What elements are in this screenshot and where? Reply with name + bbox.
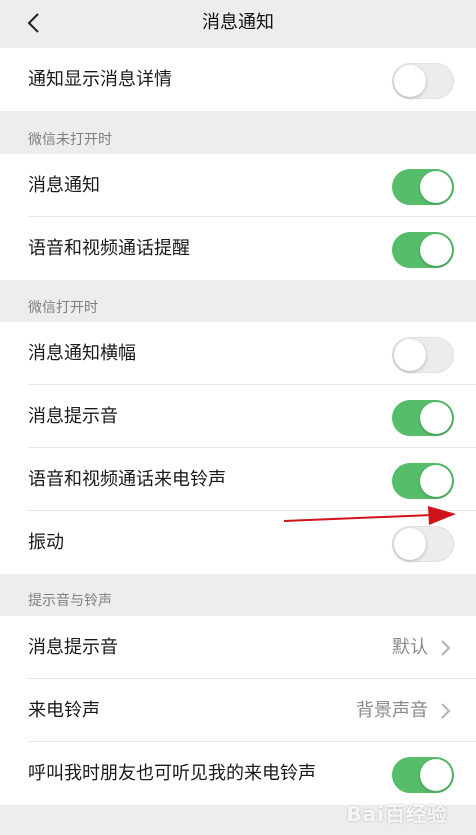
row-label: 呼叫我时朋友也可听见我的来电铃声 <box>28 763 316 784</box>
notification-banner-toggle[interactable] <box>392 337 454 373</box>
toggle-knob <box>420 234 452 266</box>
show-detail-toggle[interactable] <box>392 63 454 99</box>
row-ringtone[interactable]: 来电铃声 背景声音 <box>0 679 476 742</box>
closed-group: 消息通知 语音和视频通话提醒 <box>0 154 476 280</box>
section-header-sound: 提示音与铃声 <box>28 593 112 609</box>
row-vibration[interactable]: 振动 <box>0 511 476 574</box>
message-tone-value: 默认 <box>392 637 428 658</box>
toggle-knob <box>394 65 426 97</box>
row-label: 来电铃声 <box>28 700 100 721</box>
chevron-right-icon <box>441 640 451 656</box>
vibration-toggle[interactable] <box>392 526 454 562</box>
toggle-knob <box>394 528 426 560</box>
back-chevron-icon[interactable] <box>24 12 44 34</box>
page-title: 消息通知 <box>202 12 274 33</box>
section-header-open: 微信打开时 <box>28 300 98 316</box>
row-notification-banner[interactable]: 消息通知横幅 <box>0 322 476 385</box>
notification-settings-page: 消息通知 通知显示消息详情 微信未打开时 消息通知 语音和视频通话提醒 微信打开… <box>0 0 476 835</box>
message-sound-toggle[interactable] <box>392 400 454 436</box>
detail-group: 通知显示消息详情 <box>0 48 476 111</box>
section-header-closed: 微信未打开时 <box>28 132 112 148</box>
row-label: 通知显示消息详情 <box>28 69 172 90</box>
sound-group: 消息提示音 默认 来电铃声 背景声音 呼叫我时朋友也可听见我的来电铃声 <box>0 616 476 805</box>
call-reminder-toggle[interactable] <box>392 232 454 268</box>
row-label: 消息通知 <box>28 175 100 196</box>
ringtone-value: 背景声音 <box>356 700 428 721</box>
friends-hear-ringtone-toggle[interactable] <box>392 757 454 793</box>
row-label: 语音和视频通话来电铃声 <box>28 469 226 490</box>
row-message-notification[interactable]: 消息通知 <box>0 154 476 217</box>
row-call-reminder[interactable]: 语音和视频通话提醒 <box>0 217 476 280</box>
call-ringtone-toggle[interactable] <box>392 463 454 499</box>
row-label: 振动 <box>28 532 64 553</box>
toggle-knob <box>420 171 452 203</box>
row-call-ringtone[interactable]: 语音和视频通话来电铃声 <box>0 448 476 511</box>
navigation-bar: 消息通知 <box>0 0 476 46</box>
toggle-knob <box>420 402 452 434</box>
row-label: 消息通知横幅 <box>28 343 136 364</box>
row-label: 消息提示音 <box>28 406 118 427</box>
row-message-tone[interactable]: 消息提示音 默认 <box>0 616 476 679</box>
toggle-knob <box>420 759 452 791</box>
row-show-message-detail[interactable]: 通知显示消息详情 <box>0 48 476 111</box>
baidu-watermark: Bai百经验 <box>346 802 448 826</box>
row-label: 消息提示音 <box>28 637 118 658</box>
row-label: 语音和视频通话提醒 <box>28 238 190 259</box>
toggle-knob <box>420 465 452 497</box>
chevron-right-icon <box>441 703 451 719</box>
row-friends-hear-ringtone[interactable]: 呼叫我时朋友也可听见我的来电铃声 <box>0 742 476 805</box>
open-group: 消息通知横幅 消息提示音 语音和视频通话来电铃声 振动 <box>0 322 476 574</box>
message-notification-toggle[interactable] <box>392 169 454 205</box>
toggle-knob <box>394 339 426 371</box>
row-message-sound[interactable]: 消息提示音 <box>0 385 476 448</box>
